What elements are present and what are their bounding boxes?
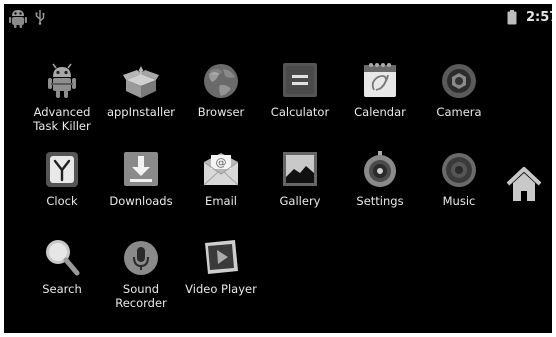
home-icon[interactable] xyxy=(504,164,544,204)
camera-lens-icon xyxy=(442,64,476,98)
app-label: Sound Recorder xyxy=(115,282,167,310)
app-email[interactable]: @ Email xyxy=(181,149,261,231)
clock-time: 2:57 xyxy=(526,10,552,25)
calendar-icon xyxy=(364,63,396,97)
battery-icon xyxy=(507,10,517,25)
settings-knob-icon xyxy=(364,151,396,187)
app-camera[interactable]: Camera xyxy=(419,60,499,142)
landscape-picture-icon xyxy=(283,152,317,186)
app-appinstaller[interactable]: appInstaller xyxy=(101,60,181,142)
app-label: Camera xyxy=(436,105,482,119)
android-robot-icon xyxy=(48,63,76,98)
app-clock[interactable]: Clock xyxy=(22,149,102,231)
app-calculator[interactable]: Calculator xyxy=(260,60,340,142)
app-settings[interactable]: Settings xyxy=(340,149,420,231)
envelope-at-icon: @ xyxy=(203,153,239,186)
status-bar[interactable]: 2:57 xyxy=(4,4,552,32)
package-box-icon xyxy=(123,66,159,98)
app-search[interactable]: Search xyxy=(22,237,102,319)
app-label: Music xyxy=(442,194,476,208)
app-label: Downloads xyxy=(109,194,173,208)
app-music[interactable]: Music xyxy=(419,149,499,231)
download-arrow-icon xyxy=(124,152,158,186)
app-advanced-task-killer[interactable]: Advanced Task Killer xyxy=(22,60,102,142)
video-play-icon xyxy=(205,240,238,274)
microphone-icon xyxy=(124,241,158,275)
app-gallery[interactable]: Gallery xyxy=(260,149,340,231)
app-label: Gallery xyxy=(279,194,321,208)
app-downloads[interactable]: Downloads xyxy=(101,149,181,231)
clock-icon xyxy=(46,152,78,187)
app-calendar[interactable]: Calendar xyxy=(340,60,420,142)
usb-icon xyxy=(35,10,45,25)
magnifier-icon xyxy=(46,240,80,276)
svg-text:@: @ xyxy=(216,156,227,169)
app-label: Calculator xyxy=(270,105,330,119)
android-robot-notification-icon xyxy=(9,10,27,28)
app-sound-recorder[interactable]: Sound Recorder xyxy=(101,237,181,319)
app-browser[interactable]: Browser xyxy=(181,60,261,142)
calculator-icon xyxy=(283,63,317,97)
app-video-player[interactable]: Video Player xyxy=(181,237,261,319)
app-label: appInstaller xyxy=(106,105,176,119)
app-label: Video Player xyxy=(185,282,257,296)
launcher-screen: 2:57 Advanced Task Killer app xyxy=(4,4,552,333)
speaker-icon xyxy=(442,153,476,187)
globe-icon xyxy=(204,64,238,98)
